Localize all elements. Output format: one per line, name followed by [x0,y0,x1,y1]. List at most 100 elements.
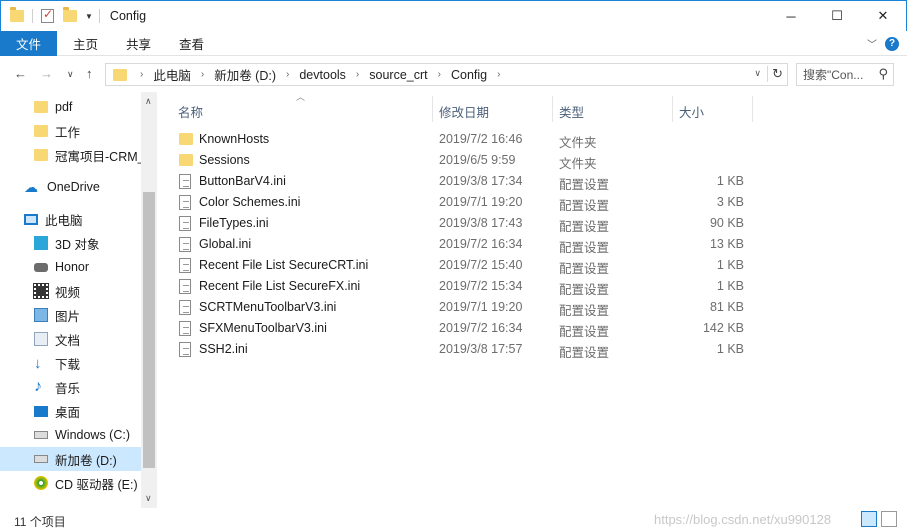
breadcrumb-source-crt[interactable]: source_crt [363,68,433,82]
column-header-type[interactable]: 类型 [559,102,584,121]
forward-arrow-icon[interactable]: → [40,66,53,81]
file-size: 142 KB [702,321,744,335]
folder-icon [34,101,48,113]
tab-share[interactable]: 共享 [112,34,165,53]
sidebar-item-desktop[interactable]: 桌面 [0,399,141,423]
sidebar-item-music[interactable]: ♪ 音乐 [0,375,141,399]
column-header-size[interactable]: 大小 [679,102,704,121]
scrollbar-thumb[interactable] [143,192,155,468]
cd-drive-icon [34,476,48,490]
chevron-right-icon[interactable]: › [136,69,147,80]
address-bar[interactable]: › 此电脑 › 新加卷 (D:) › devtools › source_crt… [105,63,788,86]
ribbon-controls: ﹀ ? [867,36,899,51]
list-item[interactable]: SFXMenuToolbarV3.ini 2019/7/2 16:34 配置设置… [174,318,754,339]
list-item[interactable]: Recent File List SecureFX.ini 2019/7/2 1… [174,276,754,297]
list-item[interactable]: Sessions 2019/6/5 9:59 文件夹 [174,150,754,171]
chevron-down-icon[interactable]: ∨ [754,68,761,79]
column-divider[interactable] [672,96,673,122]
ini-file-icon [179,321,191,336]
search-placeholder: 搜索"Con... [803,68,864,82]
column-header-date[interactable]: 修改日期 [439,102,489,121]
chevron-right-icon[interactable]: › [197,69,208,80]
column-header-name[interactable]: 名称 [178,102,203,121]
sidebar-item-drive-d[interactable]: 新加卷 (D:) [0,447,141,471]
file-list: ︿ 名称 修改日期 类型 大小 KnownHosts 2019/7/2 16:4… [158,92,907,508]
column-divider[interactable] [552,96,553,122]
minimize-button[interactable]: ─ [768,1,814,31]
list-item[interactable]: SCRTMenuToolbarV3.ini 2019/7/1 19:20 配置设… [174,297,754,318]
chevron-right-icon[interactable]: › [352,69,363,80]
back-arrow-icon[interactable]: ← [14,66,27,81]
list-item[interactable]: Color Schemes.ini 2019/7/1 19:20 配置设置 3 … [174,192,754,213]
tab-view[interactable]: 查看 [165,34,218,53]
file-date: 2019/3/8 17:57 [439,342,523,356]
file-size: 1 KB [716,342,744,356]
sidebar-item-cd-drive[interactable]: CD 驱动器 (E:) H [0,471,141,495]
chevron-right-icon[interactable]: › [434,69,445,80]
watermark: https://blog.csdn.net/xu990128 [654,512,832,527]
sidebar-item-honor[interactable]: Honor [0,255,141,279]
up-arrow-icon[interactable]: ↑ [86,66,93,81]
list-item[interactable]: SSH2.ini 2019/3/8 17:57 配置设置 1 KB [174,339,754,360]
file-type: 配置设置 [559,283,610,297]
file-type: 配置设置 [559,304,610,318]
column-divider[interactable] [752,96,753,122]
file-date: 2019/3/8 17:34 [439,174,523,188]
close-button[interactable]: ✕ [860,1,906,31]
chevron-right-icon[interactable]: › [282,69,293,80]
properties-icon[interactable] [41,7,54,23]
file-name: SFXMenuToolbarV3.ini [199,321,327,335]
sidebar-item-pictures[interactable]: 图片 [0,303,141,327]
search-icon: ⚲ [878,66,888,81]
sidebar-item-onedrive[interactable]: ☁ OneDrive [0,175,141,199]
file-size: 1 KB [716,279,744,293]
file-type: 配置设置 [559,220,610,234]
scroll-up-icon[interactable]: ∧ [145,96,152,107]
sidebar-item-crm-project[interactable]: 冠寓项目-CRM_ [0,143,141,167]
file-date: 2019/3/8 17:43 [439,216,523,230]
sidebar-item-work[interactable]: 工作 [0,119,141,143]
folder-icon [113,68,127,81]
maximize-button[interactable]: ☐ [814,1,860,31]
list-item[interactable]: Recent File List SecureCRT.ini 2019/7/2 … [174,255,754,276]
list-item[interactable]: Global.ini 2019/7/2 16:34 配置设置 13 KB [174,234,754,255]
tab-home[interactable]: 主页 [59,34,112,53]
sidebar-item-3d-objects[interactable]: 3D 对象 [0,231,141,255]
sidebar-item-downloads[interactable]: ↓ 下载 [0,351,141,375]
ini-file-icon [179,258,191,273]
list-item[interactable]: FileTypes.ini 2019/3/8 17:43 配置设置 90 KB [174,213,754,234]
file-date: 2019/7/2 15:34 [439,279,523,293]
chevron-right-icon[interactable]: › [493,69,504,80]
breadcrumb-this-pc[interactable]: 此电脑 [147,65,197,84]
breadcrumb-devtools[interactable]: devtools [293,68,352,82]
large-icons-view-icon[interactable] [881,511,897,527]
sidebar-scrollbar[interactable]: ∧ ∨ [141,92,157,508]
tab-file[interactable]: 文件 [0,30,57,56]
column-headers: ︿ 名称 修改日期 类型 大小 [158,92,907,125]
scroll-down-icon[interactable]: ∨ [145,493,152,504]
file-name: SCRTMenuToolbarV3.ini [199,300,337,314]
breadcrumb-config[interactable]: Config [445,68,493,82]
customize-quick-access-icon[interactable]: ▼ [85,12,93,21]
window-title: Config [109,9,147,23]
list-item[interactable]: ButtonBarV4.ini 2019/3/8 17:34 配置设置 1 KB [174,171,754,192]
help-icon[interactable]: ? [885,36,899,51]
sidebar-item-label: 3D 对象 [55,237,100,252]
sidebar-item-this-pc[interactable]: 此电脑 [0,207,141,231]
list-item[interactable]: KnownHosts 2019/7/2 16:46 文件夹 [174,129,754,150]
sidebar-item-pdf[interactable]: pdf [0,95,141,119]
new-folder-icon[interactable] [63,7,77,22]
details-view-icon[interactable] [861,511,877,527]
ini-file-icon [179,195,191,210]
column-divider[interactable] [432,96,433,122]
file-name: Sessions [199,153,250,167]
breadcrumb-drive-d[interactable]: 新加卷 (D:) [208,65,282,84]
sidebar-item-videos[interactable]: 视频 [0,279,141,303]
refresh-icon[interactable]: ↻ [767,66,783,82]
sidebar-item-documents[interactable]: 文档 [0,327,141,351]
recent-locations-icon[interactable]: ∨ [67,69,74,80]
expand-ribbon-icon[interactable]: ﹀ [867,36,877,51]
search-input[interactable]: 搜索"Con... ⚲ [796,63,894,86]
sidebar-item-drive-c[interactable]: Windows (C:) [0,423,141,447]
ribbon-tabs: 文件 主页 共享 查看 ﹀ ? [0,30,907,56]
